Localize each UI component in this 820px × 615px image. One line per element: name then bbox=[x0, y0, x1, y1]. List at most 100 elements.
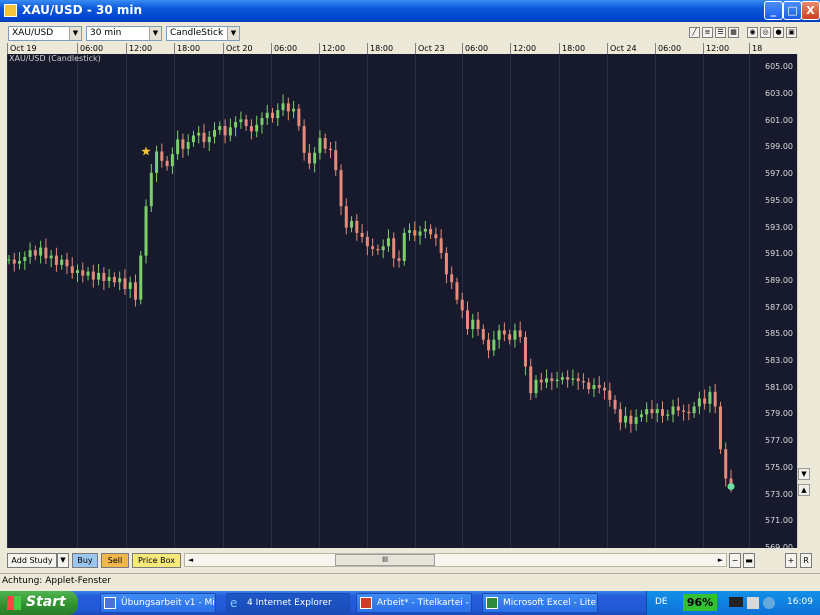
candle-body bbox=[534, 379, 538, 394]
candle-body bbox=[39, 247, 43, 256]
minimize-button[interactable]: _ bbox=[764, 1, 783, 20]
candle-body bbox=[408, 230, 412, 233]
candle-body bbox=[624, 415, 628, 423]
chart-style-select[interactable]: CandleStick ▼ bbox=[166, 26, 240, 41]
candle-body bbox=[107, 276, 111, 281]
candle-body bbox=[455, 282, 459, 300]
candle-body bbox=[471, 319, 475, 330]
candle-body bbox=[697, 398, 701, 407]
chevron-down-icon[interactable]: ▼ bbox=[227, 27, 239, 40]
candle-body bbox=[571, 378, 575, 380]
excel-icon bbox=[486, 597, 498, 609]
network-icon[interactable] bbox=[747, 597, 759, 609]
candle-body bbox=[112, 276, 116, 283]
time-tick-label: 18:00 bbox=[367, 43, 393, 54]
candle-body bbox=[176, 139, 180, 155]
candle-body bbox=[239, 119, 243, 123]
settings-circle-icon[interactable]: ◉ bbox=[747, 27, 758, 38]
taskbar-item-word[interactable]: Übungsarbeit v1 - Mic... bbox=[100, 593, 216, 613]
candle-body bbox=[149, 172, 153, 207]
candle-body bbox=[255, 124, 259, 132]
maximize-button[interactable]: □ bbox=[783, 1, 802, 20]
candle-body bbox=[165, 160, 169, 167]
candle-body bbox=[613, 399, 617, 410]
time-scrollbar[interactable]: ◄ lll ► bbox=[184, 553, 727, 567]
sell-button[interactable]: Sell bbox=[101, 553, 129, 568]
candle-body bbox=[155, 151, 159, 173]
price-tick-label: 573.00 bbox=[765, 489, 793, 499]
reset-button[interactable]: R bbox=[800, 553, 812, 568]
price-box-button[interactable]: Price Box bbox=[132, 553, 181, 568]
candle-body bbox=[286, 103, 290, 112]
price-tick-label: 577.00 bbox=[765, 436, 793, 446]
time-tick-label: 06:00 bbox=[77, 43, 103, 54]
zoom-out-button[interactable]: − bbox=[729, 553, 741, 568]
symbol-select[interactable]: XAU/USD ▼ bbox=[8, 26, 82, 41]
candle-body bbox=[191, 135, 195, 143]
buy-button[interactable]: Buy bbox=[72, 553, 98, 568]
scroll-thumb[interactable]: lll bbox=[335, 554, 435, 566]
chevron-down-icon[interactable]: ▼ bbox=[69, 27, 81, 40]
app-icon bbox=[360, 597, 372, 609]
price-tick-label: 583.00 bbox=[765, 356, 793, 366]
taskbar-item-titelkartei[interactable]: Arbeit* - Titelkartei - ... bbox=[356, 593, 472, 613]
list-icon[interactable]: ☰ bbox=[715, 27, 726, 38]
time-tick-label: 12:00 bbox=[703, 43, 729, 54]
candle-body bbox=[144, 206, 148, 256]
detach-icon[interactable]: ▣ bbox=[786, 27, 797, 38]
time-tick-label: Oct 23 bbox=[415, 43, 445, 54]
target-icon[interactable]: ◎ bbox=[760, 27, 771, 38]
timeframe-select[interactable]: 30 min ▼ bbox=[86, 26, 162, 41]
color-icon[interactable]: ● bbox=[773, 27, 784, 38]
candle-body bbox=[234, 122, 238, 128]
candle-body bbox=[223, 126, 227, 136]
candle-body bbox=[81, 270, 85, 276]
scroll-down-icon[interactable]: ▼ bbox=[798, 468, 810, 480]
close-button[interactable]: X bbox=[801, 1, 820, 20]
chart-canvas[interactable] bbox=[7, 54, 759, 548]
power-plug-icon[interactable] bbox=[729, 597, 743, 607]
candle-body bbox=[12, 259, 16, 264]
chevron-down-icon[interactable]: ▼ bbox=[149, 27, 161, 40]
price-axis[interactable]: 605.00 603.00 601.00 599.00 597.00 595.00 593.… bbox=[759, 54, 797, 552]
window-title-bar[interactable]: XAU/USD - 30 min _ □ X bbox=[0, 0, 820, 22]
candlestick-chart[interactable]: XAU/USD (Candlestick) bbox=[7, 54, 759, 548]
candle-body bbox=[7, 259, 11, 261]
taskbar-item-ie[interactable]: e 4 Internet Explorer bbox=[226, 593, 350, 613]
candle-body bbox=[550, 378, 554, 382]
candle-body bbox=[91, 271, 95, 280]
chart-name-label: XAU/USD (Candlestick) bbox=[9, 54, 101, 63]
start-button[interactable]: Start bbox=[0, 591, 78, 615]
time-tick-label: 12:00 bbox=[510, 43, 536, 54]
scroll-left-icon[interactable]: ◄ bbox=[185, 554, 196, 566]
scroll-up-icon[interactable]: ▲ bbox=[798, 484, 810, 496]
zoom-in-button[interactable]: + bbox=[785, 553, 797, 568]
grid-icon[interactable]: ▦ bbox=[728, 27, 739, 38]
price-tick-label: 595.00 bbox=[765, 195, 793, 205]
language-indicator[interactable]: DE bbox=[655, 597, 668, 607]
candle-body bbox=[218, 126, 222, 131]
taskbar-item-excel[interactable]: Microsoft Excel - Liter... bbox=[482, 593, 598, 613]
chevron-down-icon[interactable]: ▼ bbox=[57, 553, 69, 568]
candle-body bbox=[703, 398, 707, 404]
candle-body bbox=[355, 220, 359, 233]
candle-body bbox=[271, 112, 275, 119]
candle-body bbox=[339, 170, 343, 207]
price-scrollbar[interactable]: ▼ ▲ bbox=[797, 54, 811, 548]
candle-body bbox=[318, 138, 322, 153]
candle-body bbox=[708, 391, 712, 404]
draw-line-icon[interactable]: ╱ bbox=[689, 27, 700, 38]
add-study-button[interactable]: Add Study bbox=[7, 553, 57, 568]
candle-body bbox=[576, 378, 580, 382]
scroll-right-icon[interactable]: ► bbox=[715, 554, 726, 566]
candle-body bbox=[724, 449, 728, 479]
candle-body bbox=[618, 409, 622, 423]
candle-body bbox=[133, 282, 137, 300]
horizontal-lines-icon[interactable]: ≡ bbox=[702, 27, 713, 38]
zoom-select-icon[interactable]: ▬ bbox=[743, 553, 755, 568]
security-icon[interactable] bbox=[763, 597, 775, 609]
candle-body bbox=[603, 387, 607, 391]
candle-body bbox=[560, 377, 564, 380]
candle-body bbox=[265, 112, 269, 119]
battery-meter[interactable]: 96% bbox=[683, 594, 717, 611]
